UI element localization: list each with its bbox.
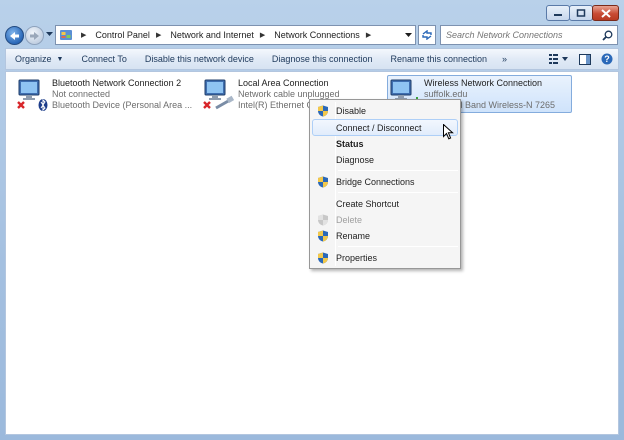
menu-item-label: Connect / Disconnect (336, 122, 422, 133)
search-box[interactable] (440, 25, 618, 45)
breadcrumb-root-arrow[interactable]: ▶ (77, 26, 93, 44)
window-controls (546, 5, 619, 21)
menu-item-label: Delete (336, 215, 363, 225)
breadcrumb-label: Network and Internet (170, 30, 254, 40)
connection-name: Wireless Network Connection (424, 78, 543, 88)
mouse-cursor-icon (443, 124, 454, 140)
diagnose-connection-label: Diagnose this connection (271, 54, 373, 64)
more-commands-label: » (502, 54, 508, 64)
close-icon (600, 8, 611, 18)
breadcrumb-item-network-and-internet[interactable]: Network and Internet ▶ (168, 26, 272, 44)
uac-shield-icon (312, 228, 334, 244)
refresh-icon (422, 30, 432, 40)
menu-item-bridge-connections[interactable]: Bridge Connections (312, 174, 458, 190)
maximize-icon (576, 9, 586, 17)
minimize-button[interactable] (546, 5, 570, 21)
breadcrumb-label: Control Panel (95, 30, 150, 40)
refresh-button[interactable] (418, 25, 436, 45)
menu-separator (338, 170, 458, 171)
maximize-button[interactable] (569, 5, 593, 21)
connection-item-bluetooth[interactable]: Bluetooth Network Connection 2 Not conne… (16, 76, 198, 114)
menu-item-diagnose[interactable]: Diagnose (312, 152, 458, 168)
arrow-left-icon (10, 31, 19, 40)
connect-to-label: Connect To (81, 54, 127, 64)
organize-label: Organize (15, 54, 52, 64)
uac-shield-icon (312, 212, 334, 228)
context-menu: Disable Connect / Disconnect Status Diag… (309, 99, 461, 269)
uac-shield-icon (312, 174, 334, 190)
disable-device-label: Disable this network device (144, 54, 254, 64)
menu-item-create-shortcut[interactable]: Create Shortcut (312, 196, 458, 212)
navigation-row: ▶ Control Panel ▶ Network and Internet ▶ N… (0, 24, 624, 46)
menu-item-properties[interactable]: Properties (312, 250, 458, 266)
recent-pages-dropdown-icon[interactable] (46, 32, 53, 37)
breadcrumb-label: Network Connections (274, 30, 360, 40)
connection-device: Bluetooth Device (Personal Area ... (52, 100, 193, 110)
connection-status: Not connected (52, 89, 111, 99)
preview-pane-icon (579, 53, 591, 65)
organize-menu[interactable]: Organize ▼ (6, 49, 72, 69)
ethernet-connection-icon (202, 76, 235, 114)
title-bar (0, 0, 624, 24)
bluetooth-connection-icon (16, 76, 48, 114)
forward-button[interactable] (25, 26, 44, 45)
rename-connection-button[interactable]: Rename this connection (381, 49, 496, 69)
view-controls: ? (544, 49, 618, 69)
connect-to-button[interactable]: Connect To (72, 49, 135, 69)
menu-item-disable[interactable]: Disable (312, 103, 458, 119)
menu-separator (338, 192, 458, 193)
connection-name: Bluetooth Network Connection 2 (52, 78, 182, 88)
menu-separator (338, 246, 458, 247)
change-view-button[interactable] (544, 49, 574, 69)
rename-connection-label: Rename this connection (390, 54, 488, 64)
menu-item-delete[interactable]: Delete (312, 212, 458, 228)
uac-shield-icon (312, 250, 334, 266)
help-button[interactable]: ? (596, 49, 618, 69)
search-input[interactable] (441, 30, 602, 40)
address-dropdown-icon[interactable] (405, 32, 412, 38)
menu-item-label: Disable (336, 106, 367, 116)
menu-item-connect-disconnect[interactable]: Connect / Disconnect (312, 119, 458, 136)
address-bar[interactable]: ▶ Control Panel ▶ Network and Internet ▶ N… (55, 25, 416, 45)
help-icon: ? (601, 53, 613, 65)
breadcrumb-item-control-panel[interactable]: Control Panel ▶ (93, 26, 168, 44)
breadcrumb-item-network-connections[interactable]: Network Connections ▶ (272, 26, 378, 44)
menu-item-label: Rename (336, 231, 371, 241)
command-bar: Organize ▼ Connect To Disable this networ… (5, 48, 619, 70)
menu-item-label: Diagnose (336, 155, 375, 165)
connection-name: Local Area Connection (238, 78, 329, 88)
back-button[interactable] (5, 26, 24, 45)
search-icon[interactable] (602, 30, 613, 41)
menu-item-label: Bridge Connections (336, 177, 415, 187)
menu-item-label: Status (336, 139, 364, 149)
menu-item-status[interactable]: Status (312, 136, 458, 152)
preview-pane-button[interactable] (574, 49, 596, 69)
diagnose-connection-button[interactable]: Diagnose this connection (263, 49, 382, 69)
explorer-window: ▶ Control Panel ▶ Network and Internet ▶ N… (0, 0, 624, 440)
menu-item-label: Create Shortcut (336, 199, 400, 209)
uac-shield-icon (312, 103, 334, 119)
svg-text:?: ? (604, 54, 610, 64)
more-commands-button[interactable]: » (496, 49, 513, 69)
disable-device-button[interactable]: Disable this network device (136, 49, 263, 69)
view-list-icon (549, 54, 568, 64)
menu-item-rename[interactable]: Rename (312, 228, 458, 244)
control-panel-icon (60, 30, 72, 40)
arrow-right-icon (30, 31, 39, 40)
chevron-down-icon: ▼ (56, 55, 64, 63)
minimize-icon (554, 14, 562, 16)
close-button[interactable] (592, 5, 619, 21)
connection-details: Bluetooth Network Connection 2 Not conne… (52, 76, 192, 114)
menu-item-label: Properties (336, 253, 378, 263)
